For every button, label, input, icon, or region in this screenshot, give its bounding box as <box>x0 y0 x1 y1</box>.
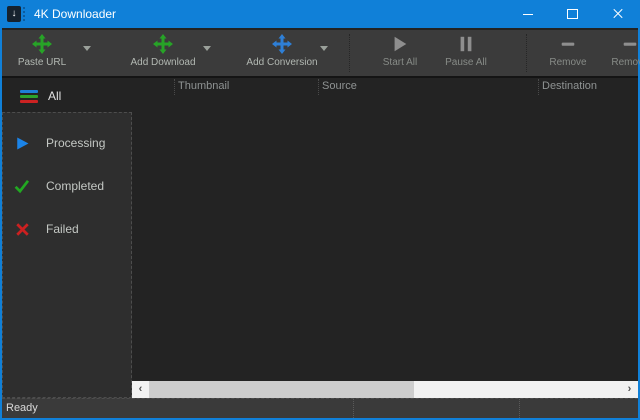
remove-all-button[interactable]: Remove <box>602 32 640 74</box>
sidebar-item-failed[interactable]: Failed <box>3 217 131 241</box>
remove-all-label: Remove <box>611 57 640 68</box>
minus-icon <box>559 32 577 56</box>
add-download-label: Add Download <box>130 57 195 68</box>
play-blue-icon <box>14 135 30 151</box>
window-title: 4K Downloader <box>34 7 505 21</box>
paste-url-label: Paste URL <box>18 57 66 68</box>
paste-url-dropdown[interactable] <box>78 42 96 54</box>
app-icon-dots <box>23 7 27 21</box>
column-header-source[interactable]: Source <box>322 80 357 92</box>
column-separator <box>174 79 175 95</box>
add-conversion-dropdown[interactable] <box>315 42 333 54</box>
app-download-arrow-icon: ↓ <box>7 6 21 22</box>
start-all-label: Start All <box>383 57 417 68</box>
list-all-icon <box>20 90 38 103</box>
chevron-down-icon <box>83 46 91 51</box>
sidebar-item-all[interactable]: All <box>2 84 132 108</box>
sidebar-item-label: Failed <box>46 222 79 236</box>
close-icon <box>612 8 624 20</box>
statusbar-separator <box>519 399 520 418</box>
maximize-icon <box>567 9 578 19</box>
toolbar-separator <box>349 34 350 72</box>
sidebar-item-label: Completed <box>46 179 104 193</box>
chevron-down-icon <box>203 46 211 51</box>
scroll-right-arrow-icon[interactable]: › <box>621 381 638 398</box>
pause-all-button[interactable]: Pause All <box>436 32 496 74</box>
add-conversion-button[interactable]: Add Conversion <box>240 32 324 74</box>
plus-arrows-icon <box>272 32 292 56</box>
pause-all-label: Pause All <box>445 57 487 68</box>
toolbar-separator <box>526 34 527 72</box>
sidebar-filter-panel: Processing Completed Failed <box>2 112 132 398</box>
add-conversion-label: Add Conversion <box>246 57 317 68</box>
remove-button[interactable]: Remove <box>540 32 596 74</box>
pause-icon <box>457 32 475 56</box>
minimize-button[interactable] <box>505 0 550 28</box>
minus-icon <box>621 32 639 56</box>
check-green-icon <box>14 178 30 194</box>
statusbar: Ready <box>2 398 638 418</box>
add-download-dropdown[interactable] <box>198 42 216 54</box>
start-all-button[interactable]: Start All <box>370 32 430 74</box>
column-separator <box>318 79 319 95</box>
column-separator <box>538 79 539 95</box>
sidebar-item-processing[interactable]: Processing <box>3 131 131 155</box>
chevron-down-icon <box>320 46 328 51</box>
column-header-destination[interactable]: Destination <box>542 80 597 92</box>
plus-arrows-icon <box>32 32 52 56</box>
play-icon <box>391 32 409 56</box>
paste-url-button[interactable]: Paste URL <box>12 32 72 74</box>
sidebar-item-completed[interactable]: Completed <box>3 174 131 198</box>
scrollbar-thumb[interactable] <box>149 381 414 398</box>
plus-arrows-icon <box>153 32 173 56</box>
minimize-icon <box>523 14 533 15</box>
sidebar-item-label: All <box>48 89 61 103</box>
titlebar: ↓ 4K Downloader <box>0 0 640 28</box>
remove-label: Remove <box>549 57 586 68</box>
toolbar: Paste URL Add Download Add Conversion St… <box>2 30 638 78</box>
add-download-button[interactable]: Add Download <box>126 32 200 74</box>
column-header-thumbnail[interactable]: Thumbnail <box>178 80 229 92</box>
statusbar-separator <box>353 399 354 418</box>
scroll-left-arrow-icon[interactable]: ‹ <box>132 381 149 398</box>
horizontal-scrollbar[interactable]: ‹ › <box>132 381 638 398</box>
maximize-button[interactable] <box>550 0 595 28</box>
sidebar-item-label: Processing <box>46 136 105 150</box>
close-button[interactable] <box>595 0 640 28</box>
status-text: Ready <box>6 399 38 418</box>
cross-red-icon <box>14 221 30 237</box>
